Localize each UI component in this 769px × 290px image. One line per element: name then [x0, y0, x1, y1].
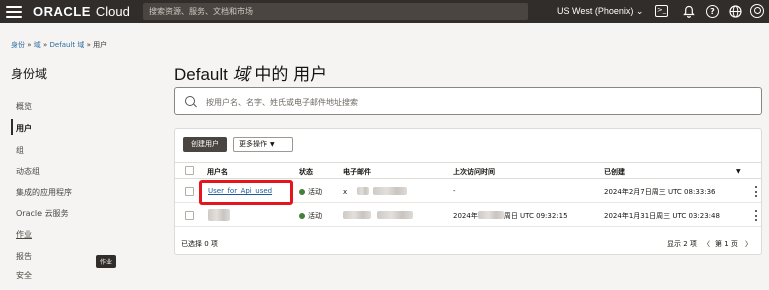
- next-page-icon[interactable]: 〉: [745, 239, 752, 249]
- page-title-suffix: 中的 用户: [254, 65, 328, 84]
- column-header-status[interactable]: 状态: [299, 167, 313, 177]
- page-title-prefix: Default: [174, 65, 228, 84]
- sidebar-item-dynamic-groups[interactable]: 动态组: [16, 166, 40, 177]
- sidebar-item-groups[interactable]: 组: [16, 145, 24, 156]
- row-checkbox[interactable]: [185, 187, 194, 196]
- brand-oracle: ORACLE: [33, 4, 91, 19]
- status-active-icon: [299, 213, 305, 219]
- region-selector[interactable]: US West (Phoenix) ⌄: [557, 6, 643, 17]
- highlight-box: [199, 180, 293, 205]
- search-icon: [185, 96, 195, 106]
- column-header-last-access[interactable]: 上次访问时间: [453, 167, 495, 177]
- redacted-block: [208, 209, 230, 221]
- breadcrumb-default-domain[interactable]: Default 域: [50, 41, 85, 49]
- brand-cloud: Cloud: [95, 4, 130, 19]
- breadcrumb-identity[interactable]: 身份: [11, 41, 25, 49]
- table-row: 活动 2024年 周日 UTC 09:32:15 2024年1月31日周三 UTC…: [175, 204, 761, 227]
- globe-icon[interactable]: [729, 5, 742, 18]
- status-cell: 活动: [299, 187, 322, 197]
- email-cell: [343, 211, 413, 220]
- selected-count: 已选择 0 项: [181, 240, 218, 248]
- status-label: 活动: [308, 212, 322, 220]
- redacted-block: [357, 187, 370, 195]
- showing-count: 显示 2 项: [667, 240, 697, 248]
- caret-down-icon: ▼: [270, 141, 275, 148]
- email-visible-text: x: [343, 188, 348, 196]
- page-title-italic: 域: [232, 65, 250, 84]
- profile-icon[interactable]: [750, 4, 764, 18]
- sidebar-item-overview[interactable]: 概览: [16, 101, 32, 112]
- created-cell: 2024年1月31日周三 UTC 03:23:48: [604, 212, 720, 220]
- global-search-placeholder: 搜索资源、服务、文档和市场: [149, 7, 253, 16]
- oracle-cloud-logo[interactable]: ORACLE Cloud: [33, 4, 130, 19]
- username-redacted[interactable]: [208, 209, 230, 222]
- breadcrumb-users: 用户: [93, 41, 108, 49]
- redacted-block: [373, 187, 408, 195]
- code-editor-icon[interactable]: >_: [655, 5, 668, 17]
- sidebar-item-security[interactable]: 安全: [16, 270, 32, 281]
- status-label: 活动: [308, 188, 322, 196]
- sidebar-title: 身份域: [11, 67, 48, 81]
- more-actions-button[interactable]: 更多操作 ▼: [233, 137, 293, 152]
- help-icon[interactable]: ?: [706, 5, 719, 18]
- sort-caret-icon[interactable]: ▼: [736, 168, 741, 175]
- sidebar-active-indicator: [11, 119, 13, 135]
- redacted-block: [477, 211, 504, 219]
- breadcrumb-domains[interactable]: 域: [34, 41, 41, 49]
- status-active-icon: [299, 189, 305, 195]
- row-actions-icon[interactable]: [754, 186, 757, 197]
- column-header-username[interactable]: 用户名: [207, 167, 228, 177]
- column-header-email[interactable]: 电子邮件: [343, 167, 371, 177]
- global-search-input[interactable]: 搜索资源、服务、文档和市场: [143, 3, 528, 20]
- table-header: 用户名 状态 电子邮件 上次访问时间 已创建 ▼: [175, 162, 761, 179]
- redacted-block: [343, 211, 371, 219]
- sidebar-item-integrated-apps[interactable]: 集成的应用程序: [16, 187, 72, 198]
- email-cell: x: [343, 187, 408, 196]
- user-search-placeholder: 按用户名、名字、姓氏或电子邮件地址搜索: [206, 98, 358, 107]
- last-access-cell: 2024年 周日 UTC 09:32:15: [453, 211, 568, 221]
- jobs-tooltip: 作业: [96, 255, 117, 268]
- sidebar-item-reports[interactable]: 报告: [16, 251, 32, 262]
- sidebar-item-jobs[interactable]: 作业: [16, 229, 32, 240]
- page-title: Default 域 中的 用户: [174, 60, 327, 85]
- select-all-checkbox[interactable]: [185, 166, 194, 175]
- last-access-suffix: 周日 UTC 09:32:15: [503, 212, 568, 220]
- breadcrumb-separator: »: [43, 41, 48, 49]
- create-user-button[interactable]: 创建用户: [183, 137, 227, 152]
- menu-icon[interactable]: [6, 5, 22, 18]
- breadcrumb: 身份 » 域 » Default 域 » 用户: [11, 40, 107, 50]
- more-actions-label: 更多操作: [239, 140, 267, 148]
- last-access-prefix: 2024年: [453, 212, 478, 220]
- row-actions-icon[interactable]: [754, 210, 757, 221]
- created-cell: 2024年2月7日周三 UTC 08:33:36: [604, 188, 716, 196]
- bell-icon[interactable]: [682, 5, 695, 18]
- breadcrumb-separator: »: [27, 41, 32, 49]
- chevron-down-icon: ⌄: [635, 6, 644, 16]
- sidebar-item-users[interactable]: 用户: [16, 123, 32, 134]
- prev-page-icon[interactable]: 〈: [703, 239, 710, 249]
- region-label: US West (Phoenix): [557, 6, 634, 16]
- page-indicator: 第 1 页: [715, 240, 738, 248]
- breadcrumb-separator: »: [86, 41, 91, 49]
- table-footer: 已选择 0 项 显示 2 项 〈 第 1 页 〉: [175, 236, 761, 254]
- status-cell: 活动: [299, 211, 322, 221]
- last-access-cell: -: [453, 187, 456, 195]
- column-header-created[interactable]: 已创建: [604, 167, 625, 177]
- redacted-block: [377, 211, 413, 219]
- row-checkbox[interactable]: [185, 211, 194, 220]
- user-search-input[interactable]: 按用户名、名字、姓氏或电子邮件地址搜索: [174, 87, 762, 115]
- sidebar-item-oracle-cloud-services[interactable]: Oracle 云服务: [16, 208, 69, 219]
